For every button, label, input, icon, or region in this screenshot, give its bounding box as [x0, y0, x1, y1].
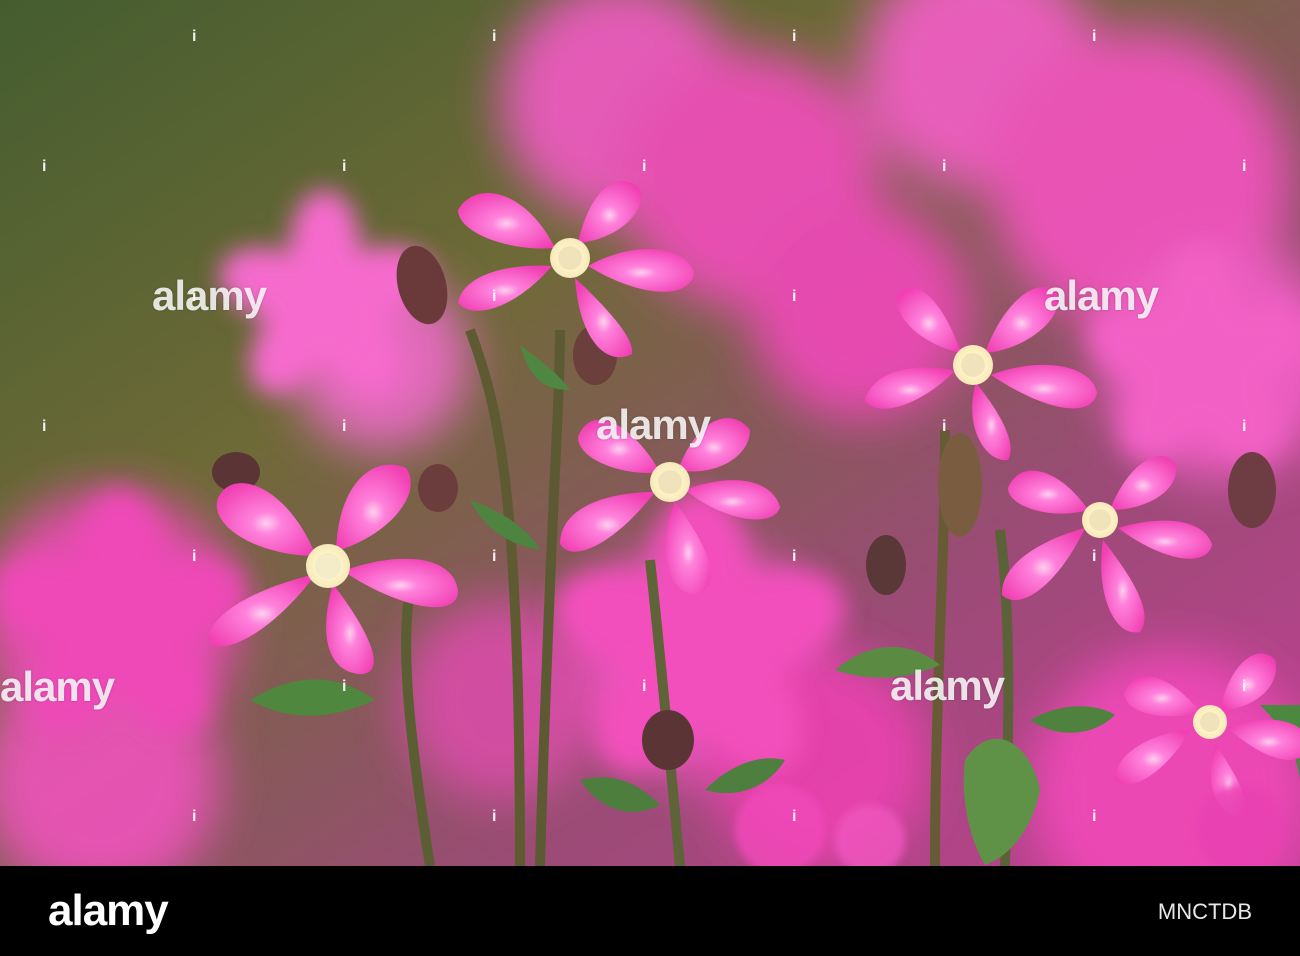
watermark-dot: i	[192, 28, 197, 45]
watermark-dot: i	[492, 548, 497, 565]
watermark-dot: i	[492, 808, 497, 825]
pink-flowers-photo: alamy alamy alamy alamy alamy i i i i i …	[0, 0, 1300, 866]
watermark-logo: alamy	[152, 272, 267, 319]
watermark-dot: i	[492, 28, 497, 45]
watermark-logo: alamy	[1044, 272, 1159, 319]
watermark-dot: i	[342, 418, 347, 435]
watermark-dot: i	[42, 158, 47, 175]
watermark-dot: i	[792, 28, 797, 45]
watermark-dot: i	[942, 158, 947, 175]
watermark-dot: i	[1242, 158, 1247, 175]
watermark-dot: i	[792, 548, 797, 565]
watermark-dot: i	[192, 288, 197, 305]
watermark-logo: alamy	[890, 662, 1005, 709]
watermark-dot: i	[1092, 808, 1097, 825]
watermark-dot: i	[342, 158, 347, 175]
image-id: MNCTDB	[1157, 899, 1252, 924]
watermark-dot: i	[642, 158, 647, 175]
stock-photo-page: alamy alamy alamy alamy alamy i i i i i …	[0, 0, 1300, 956]
watermark-logo: alamy	[0, 663, 115, 710]
brand-logo: alamy	[48, 886, 169, 935]
watermark-dot: i	[642, 678, 647, 695]
watermark-dot: i	[792, 808, 797, 825]
watermark-dot: i	[1242, 418, 1247, 435]
watermark-dot: i	[1092, 548, 1097, 565]
watermark-dot: i	[492, 288, 497, 305]
watermark-dot: i	[1242, 678, 1247, 695]
watermark-dot: i	[792, 288, 797, 305]
footer-bar: alamy MNCTDB	[0, 866, 1300, 956]
watermark-dot: i	[192, 808, 197, 825]
watermark-dot: i	[42, 418, 47, 435]
watermark-dot: i	[942, 418, 947, 435]
watermark-logo: alamy	[596, 401, 711, 448]
watermark-dot: i	[1092, 28, 1097, 45]
watermark-dot: i	[342, 678, 347, 695]
watermark-dot: i	[192, 548, 197, 565]
